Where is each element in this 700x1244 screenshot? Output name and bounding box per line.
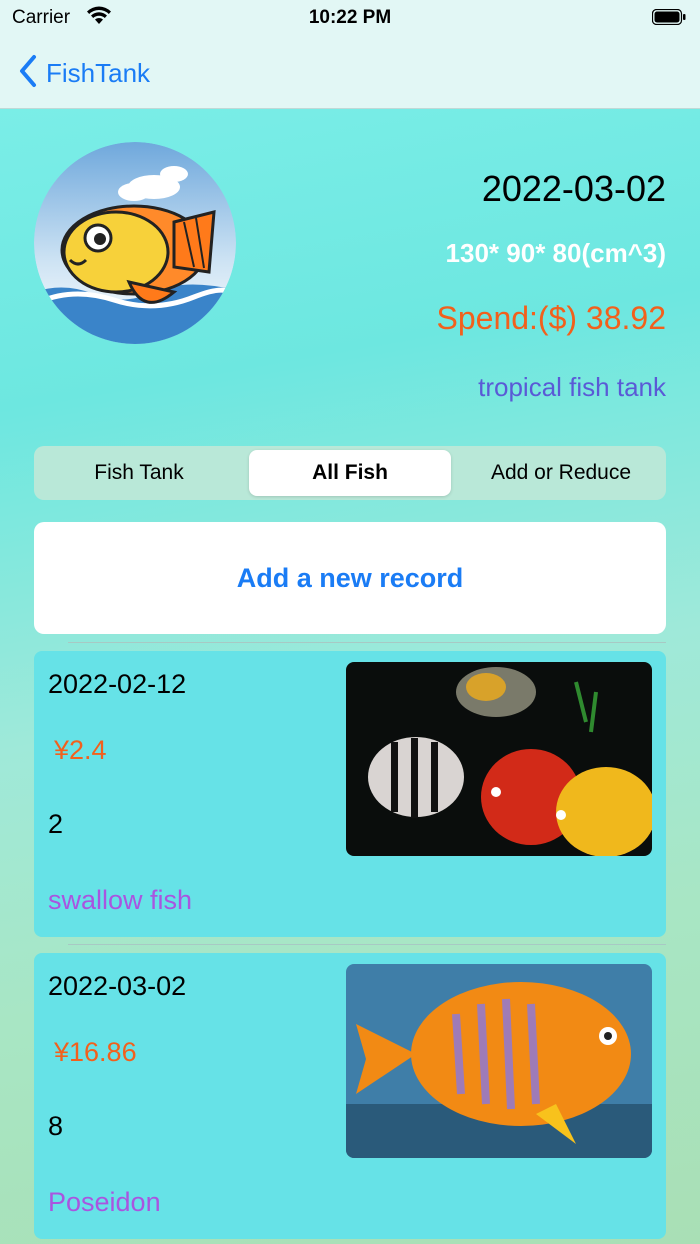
clock: 10:22 PM <box>308 7 392 28</box>
back-button[interactable]: FishTank <box>18 54 150 93</box>
record-date: 2022-03-02 <box>48 971 187 1001</box>
battery-icon <box>651 8 686 26</box>
fish-record-card[interactable]: 2022-02-12 ¥2.4 2 swallow fish <box>34 651 666 937</box>
status-bar: Carrier 10:22 PM <box>0 0 700 40</box>
record-date: 2022-02-12 <box>48 669 187 699</box>
tank-date: 2022-03-02 <box>481 168 666 209</box>
record-price: ¥16.86 <box>54 1037 137 1067</box>
record-count: 2 <box>48 809 64 839</box>
record-price: ¥2.4 <box>54 735 107 765</box>
segment-fish-tank[interactable]: Fish Tank <box>38 450 240 496</box>
tank-type: tropical fish tank <box>478 372 666 402</box>
back-button-label: FishTank <box>46 58 151 88</box>
segmented-control: Fish Tank All Fish Add or Reduce <box>34 446 666 500</box>
list-divider <box>68 642 666 643</box>
record-count: 8 <box>48 1111 64 1141</box>
navigation-bar: FishTank <box>0 40 700 109</box>
fish-record-card[interactable]: 2022-03-02 ¥16.86 8 Poseidon <box>34 953 666 1239</box>
segment-add-or-reduce[interactable]: Add or Reduce <box>460 450 662 496</box>
chevron-left-icon <box>18 54 38 93</box>
tank-spend: Spend:($) 38.92 <box>436 300 667 336</box>
record-fish-name: swallow fish <box>48 885 193 915</box>
tank-avatar-image <box>34 142 236 344</box>
fish-photo <box>346 964 652 1158</box>
record-fish-name: Poseidon <box>48 1187 161 1217</box>
add-record-button[interactable]: Add a new record <box>34 522 666 634</box>
segment-all-fish[interactable]: All Fish <box>249 450 451 496</box>
list-divider <box>68 944 666 945</box>
fish-photo <box>346 662 652 856</box>
tank-dimensions: 130* 90* 80(cm^3) <box>445 238 666 268</box>
